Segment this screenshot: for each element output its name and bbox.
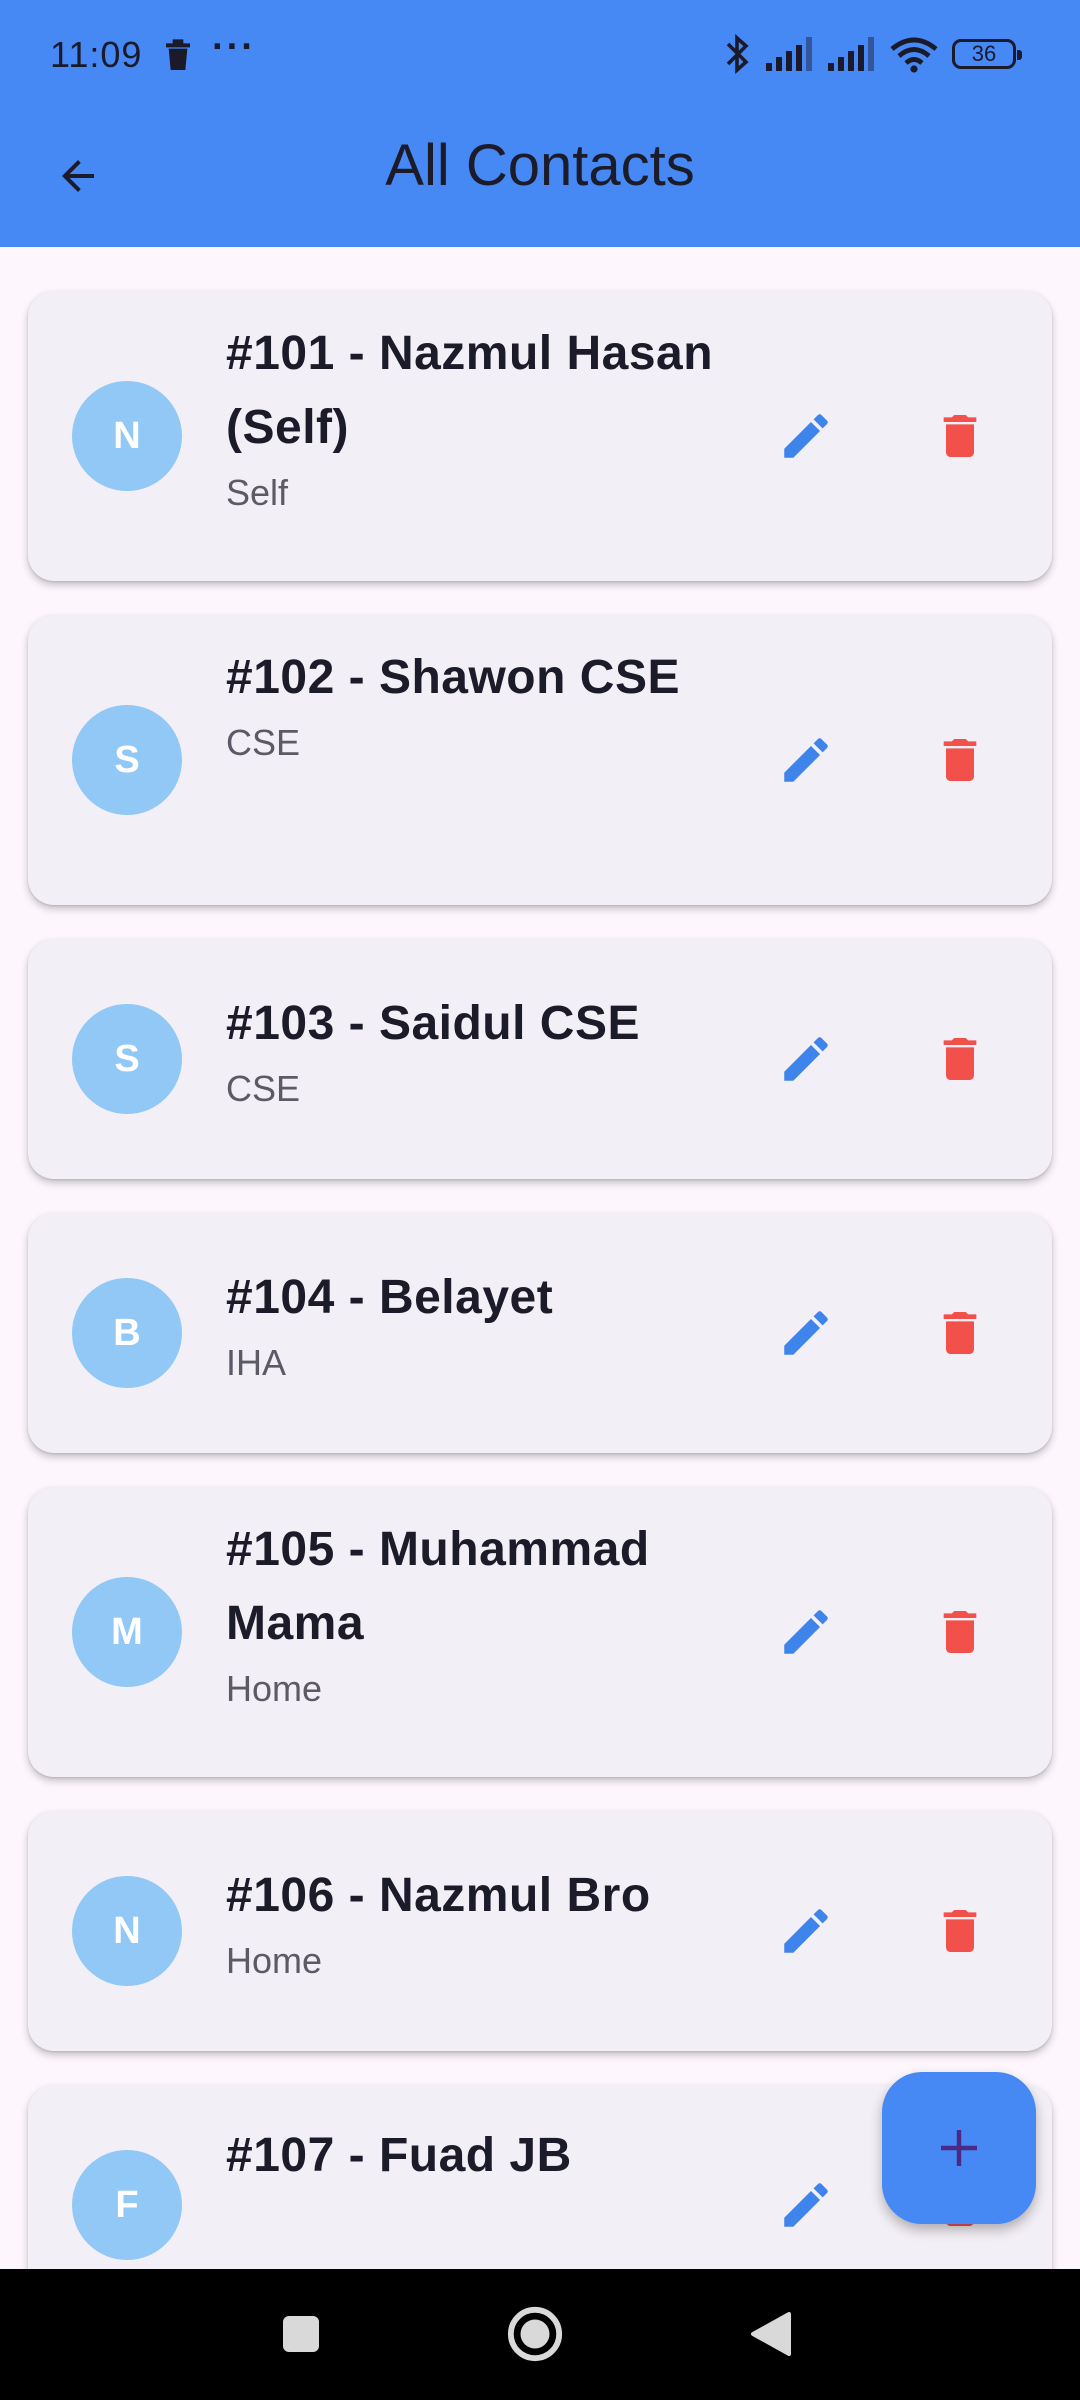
status-overflow: ··· <box>212 26 256 68</box>
home-button[interactable] <box>490 2289 580 2379</box>
contact-text: #105 - Muhammad Mama Home <box>226 1513 716 1717</box>
edit-pencil-icon <box>784 414 828 458</box>
status-icons: 36 <box>724 32 1022 76</box>
system-nav-bar <box>0 2269 1080 2400</box>
delete-button[interactable] <box>910 1009 1010 1109</box>
plus-icon <box>941 2130 977 2166</box>
contact-name: #102 - Shawon CSE <box>226 651 680 704</box>
contact-card[interactable]: N #101 - Nazmul Hasan (Self) Self <box>28 291 1052 581</box>
contact-group: CSE <box>226 1068 301 1109</box>
avatar: N <box>72 381 182 491</box>
contact-group: Self <box>226 472 289 513</box>
avatar: M <box>72 1577 182 1687</box>
signal-icon <box>828 37 874 71</box>
add-contact-button[interactable] <box>882 2072 1036 2224</box>
contact-card[interactable]: S #102 - Shawon CSE CSE <box>28 615 1052 905</box>
contact-card[interactable]: B #104 - Belayet IHA <box>28 1213 1052 1453</box>
contact-card[interactable]: N #106 - Nazmul Bro Home <box>28 1811 1052 2051</box>
trash-icon <box>943 1910 977 1952</box>
delete-button[interactable] <box>910 710 1010 810</box>
bluetooth-icon <box>726 34 749 74</box>
contact-text: #106 - Nazmul Bro Home <box>226 1859 716 1989</box>
edit-pencil-icon <box>784 1311 828 1355</box>
edit-button[interactable] <box>756 1009 856 1109</box>
nav-back-button[interactable] <box>726 2289 816 2379</box>
back-triangle-icon <box>751 2312 791 2356</box>
contact-group: Home <box>226 1668 323 1709</box>
contact-text: #101 - Nazmul Hasan (Self) Self <box>226 317 716 521</box>
contact-name: #106 - Nazmul Bro <box>226 1869 651 1922</box>
app-bar: All Contacts <box>0 108 1080 247</box>
edit-pencil-icon <box>784 738 828 782</box>
edit-button[interactable] <box>756 1283 856 1383</box>
contact-text: #107 - Fuad JB <box>226 2119 716 2193</box>
edit-pencil-icon <box>784 1610 828 1654</box>
edit-button[interactable] <box>756 2155 856 2255</box>
contact-name: #101 - Nazmul Hasan (Self) <box>226 327 714 454</box>
contact-text: #103 - Saidul CSE CSE <box>226 987 716 1117</box>
contact-card[interactable]: M #105 - Muhammad Mama Home <box>28 1487 1052 1777</box>
avatar: B <box>72 1278 182 1388</box>
delete-button[interactable] <box>910 1582 1010 1682</box>
avatar: S <box>72 705 182 815</box>
trash-icon <box>943 1038 977 1080</box>
avatar: S <box>72 1004 182 1114</box>
trash-icon <box>943 1611 977 1653</box>
delete-button[interactable] <box>910 386 1010 486</box>
contact-text: #104 - Belayet IHA <box>226 1261 716 1391</box>
contact-group: Home <box>226 1940 323 1981</box>
edit-pencil-icon <box>784 1909 828 1953</box>
delete-button[interactable] <box>910 1283 1010 1383</box>
page-title: All Contacts <box>385 133 695 198</box>
trash-icon <box>943 1312 977 1354</box>
contact-name: #104 - Belayet <box>226 1271 554 1324</box>
signal-icon <box>766 37 812 71</box>
edit-button[interactable] <box>756 710 856 810</box>
trash-icon <box>943 415 977 457</box>
avatar: F <box>72 2150 182 2260</box>
edit-pencil-icon <box>784 1037 828 1081</box>
wifi-icon <box>890 37 938 73</box>
contact-group: IHA <box>226 1342 287 1383</box>
status-bar: 11:09 ··· 36 <box>0 0 1080 108</box>
contact-name: #105 - Muhammad Mama <box>226 1523 650 1650</box>
contact-list[interactable]: N #101 - Nazmul Hasan (Self) Self S #102… <box>0 247 1080 2269</box>
trash-icon <box>943 739 977 781</box>
avatar: N <box>72 1876 182 1986</box>
status-time: 11:09 <box>50 34 143 75</box>
contact-card[interactable]: S #103 - Saidul CSE CSE <box>28 939 1052 1179</box>
recents-square-icon <box>283 2316 319 2352</box>
trash-icon <box>166 39 190 70</box>
contact-text: #102 - Shawon CSE CSE <box>226 641 716 771</box>
edit-button[interactable] <box>756 1582 856 1682</box>
contact-name: #103 - Saidul CSE <box>226 997 640 1050</box>
contact-name: #107 - Fuad JB <box>226 2129 572 2182</box>
edit-pencil-icon <box>784 2183 828 2227</box>
edit-button[interactable] <box>756 1881 856 1981</box>
battery-icon: 36 <box>952 39 1022 69</box>
header: 11:09 ··· 36 All Contacts <box>0 0 1080 247</box>
battery-level: 36 <box>971 41 997 66</box>
contact-group: CSE <box>226 722 301 763</box>
recents-button[interactable] <box>256 2289 346 2379</box>
edit-button[interactable] <box>756 386 856 486</box>
delete-button[interactable] <box>910 1881 1010 1981</box>
home-circle-icon <box>507 2306 563 2362</box>
